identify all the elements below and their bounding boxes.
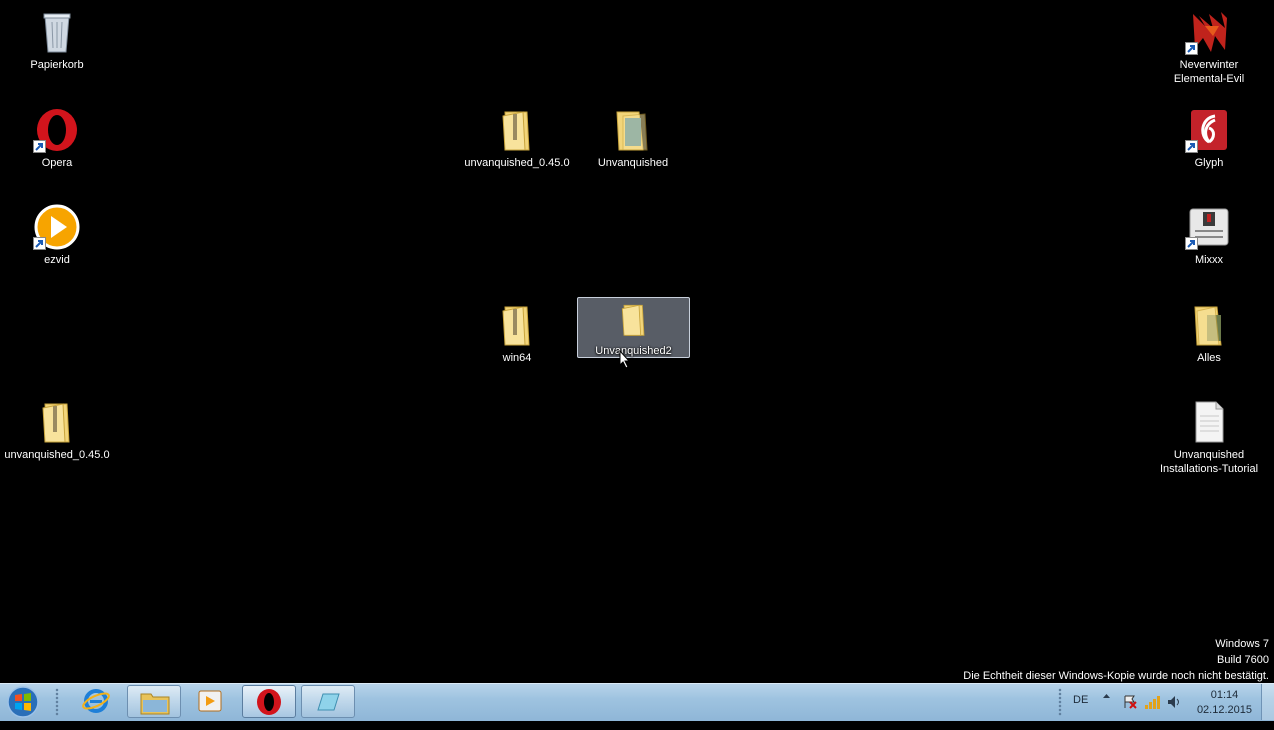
internet-explorer-icon — [82, 689, 110, 713]
win64-folder-desktop-icon[interactable]: win64 — [461, 296, 573, 366]
unvanquished-folder-label: Unvanquished — [597, 157, 669, 169]
taskbar-explorer[interactable] — [127, 685, 181, 718]
recycle-bin-label: Papierkorb — [30, 59, 84, 71]
volume-icon[interactable] — [1166, 694, 1182, 730]
tutorial-file-desktop-icon[interactable]: Unvanquished Installations-Tutorial — [1153, 393, 1265, 477]
mouse-cursor-icon — [619, 350, 631, 369]
network-icon[interactable] — [1144, 694, 1162, 730]
taskbar-grip[interactable] — [55, 688, 59, 716]
folder-icon — [621, 304, 644, 336]
shortcut-arrow-icon — [1185, 42, 1198, 55]
zip-folder-icon — [42, 403, 70, 443]
opera-label: Opera — [41, 157, 73, 169]
alles-folder-desktop-icon[interactable]: Alles — [1153, 296, 1265, 366]
zip-folder-icon — [502, 111, 530, 151]
tray-grip[interactable] — [1058, 688, 1062, 716]
neverwinter-desktop-icon[interactable]: Neverwinter Elemental-Evil — [1153, 3, 1265, 87]
explorer-folder-icon — [140, 693, 170, 715]
windows-logo-icon — [7, 686, 39, 718]
recycle-bin-icon — [43, 13, 71, 53]
mixxx-label: Mixxx — [1194, 254, 1224, 266]
folder-icon — [1194, 306, 1222, 346]
alles-label: Alles — [1197, 352, 1221, 364]
mixxx-desktop-icon[interactable]: Mixxx — [1153, 198, 1265, 268]
action-center-icon[interactable] — [1122, 694, 1138, 730]
watermark-activation-notice: Die Echtheit dieser Windows-Kopie wurde … — [963, 670, 1269, 682]
watermark-os-name: Windows 7 — [1215, 638, 1269, 650]
show-hidden-icons-button[interactable] — [1102, 692, 1111, 728]
unvanquished2-label: Unvanquished2 — [595, 345, 672, 357]
taskbar: DE 01:14 02.12.2015 — [0, 683, 1274, 721]
unvanquished-zip-center-label: unvanquished_0.45.0 — [464, 157, 570, 169]
windows-activation-watermark: Windows 7 Build 7600 Die Echtheit dieser… — [963, 636, 1269, 684]
unvanquished-zip-center-desktop-icon[interactable]: unvanquished_0.45.0 — [461, 101, 573, 171]
taskbar-internet-explorer[interactable] — [70, 685, 124, 718]
glyph-label: Glyph — [1194, 157, 1224, 169]
taskbar-media-player[interactable] — [184, 685, 238, 718]
text-document-icon — [1195, 401, 1224, 443]
shortcut-arrow-icon — [33, 140, 46, 153]
opera-desktop-icon[interactable]: Opera — [1, 101, 113, 171]
language-indicator[interactable]: DE — [1073, 694, 1088, 730]
start-button[interactable] — [3, 685, 43, 719]
unvanquished-folder-desktop-icon[interactable]: Unvanquished — [577, 101, 689, 171]
unvanquished2-folder-desktop-icon[interactable]: Unvanquished2 — [577, 297, 690, 358]
win64-label: win64 — [502, 352, 532, 364]
shortcut-arrow-icon — [1185, 237, 1198, 250]
shortcut-arrow-icon — [1185, 140, 1198, 153]
clock-time: 01:14 — [1210, 689, 1239, 701]
taskbar-app-window[interactable] — [301, 685, 355, 718]
recycle-bin-desktop-icon[interactable]: Papierkorb — [1, 3, 113, 73]
unvanquished-zip-desktop-icon[interactable]: unvanquished_0.45.0 — [1, 393, 113, 463]
window-app-icon — [317, 693, 340, 711]
glyph-desktop-icon[interactable]: Glyph — [1153, 101, 1265, 171]
opera-icon — [257, 689, 281, 715]
clock-date: 02.12.2015 — [1196, 704, 1252, 716]
unvanquished-zip-label: unvanquished_0.45.0 — [4, 449, 110, 461]
watermark-build: Build 7600 — [1217, 654, 1269, 666]
ezvid-desktop-icon[interactable]: ezvid — [1, 198, 113, 268]
neverwinter-label: Neverwinter Elemental-Evil — [1173, 59, 1245, 85]
clock[interactable]: 01:14 02.12.2015 — [1197, 688, 1252, 718]
tutorial-label: Unvanquished Installations-Tutorial — [1159, 449, 1259, 475]
media-player-icon — [198, 690, 222, 712]
shortcut-arrow-icon — [33, 237, 46, 250]
folder-icon — [616, 111, 648, 151]
chevron-up-icon — [1103, 694, 1110, 698]
zip-folder-icon — [502, 306, 530, 346]
taskbar-opera[interactable] — [242, 685, 296, 718]
show-desktop-button[interactable] — [1261, 684, 1274, 720]
ezvid-label: ezvid — [44, 254, 70, 266]
